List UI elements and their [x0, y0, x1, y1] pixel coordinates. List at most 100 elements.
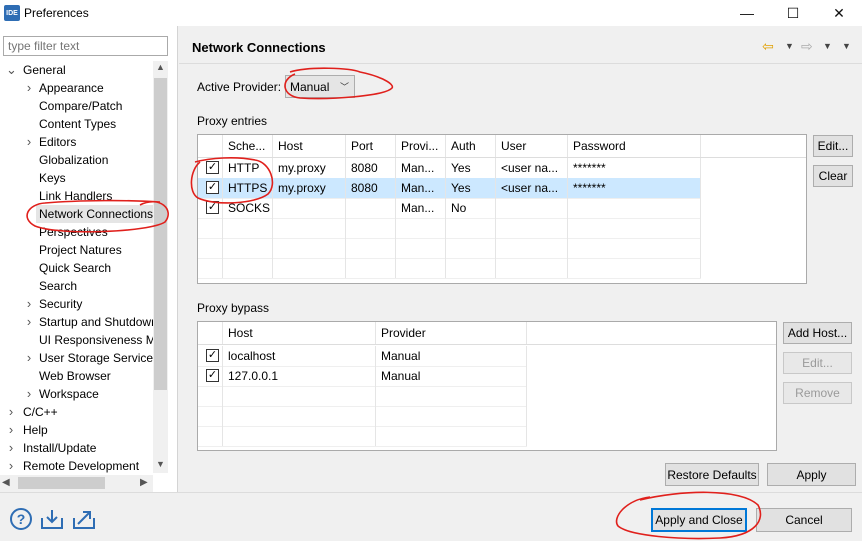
table-cell[interactable]: [568, 198, 701, 218]
table-cell[interactable]: my.proxy: [273, 158, 346, 178]
row-checkbox[interactable]: ✓: [206, 201, 219, 214]
expanded-arrow-icon[interactable]: ⌄: [6, 61, 17, 79]
tree-item[interactable]: UI Responsiveness Monitoring: [36, 331, 153, 349]
back-menu-icon[interactable]: ▼: [785, 41, 794, 51]
table-cell[interactable]: my.proxy: [273, 178, 346, 198]
table-cell[interactable]: Manual: [376, 346, 527, 366]
collapsed-arrow-icon[interactable]: ›: [24, 295, 34, 313]
tree-item[interactable]: Install/Update: [20, 439, 153, 457]
collapsed-arrow-icon[interactable]: ›: [24, 79, 34, 97]
restore-defaults-button[interactable]: Restore Defaults: [665, 463, 759, 486]
tree-item[interactable]: Help: [20, 421, 153, 439]
tree-item[interactable]: Globalization: [36, 151, 153, 169]
collapsed-arrow-icon[interactable]: ›: [6, 457, 16, 475]
table-cell[interactable]: *******: [568, 178, 701, 198]
table-cell[interactable]: [496, 198, 568, 218]
back-arrow-icon[interactable]: ⇦: [762, 38, 774, 55]
tree-item[interactable]: Project Natures: [36, 241, 153, 259]
bypass-edit-button[interactable]: Edit...: [783, 352, 852, 374]
table-cell[interactable]: Yes: [446, 178, 496, 198]
column-header[interactable]: Port: [346, 135, 396, 157]
column-header[interactable]: Auth: [446, 135, 496, 157]
table-cell[interactable]: [273, 198, 346, 218]
scroll-down-icon[interactable]: ▼: [154, 459, 167, 473]
collapsed-arrow-icon[interactable]: ›: [24, 385, 34, 403]
column-header[interactable]: Host: [273, 135, 346, 157]
tree-item[interactable]: Security: [36, 295, 153, 313]
table-cell[interactable]: Yes: [446, 158, 496, 178]
tree-item[interactable]: Workspace: [36, 385, 153, 403]
tree-item[interactable]: Perspectives: [36, 223, 153, 241]
collapsed-arrow-icon[interactable]: ›: [6, 439, 16, 457]
tree-item[interactable]: General: [20, 61, 153, 79]
tree-item[interactable]: C/C++: [20, 403, 153, 421]
add-host-button[interactable]: Add Host...: [783, 322, 852, 344]
maximize-button[interactable]: ☐: [770, 0, 816, 26]
collapsed-arrow-icon[interactable]: ›: [24, 313, 34, 331]
tree-item[interactable]: Link Handlers: [36, 187, 153, 205]
row-checkbox[interactable]: ✓: [206, 349, 219, 362]
tree-item[interactable]: Appearance: [36, 79, 153, 97]
table-cell[interactable]: 127.0.0.1: [223, 366, 376, 386]
column-header[interactable]: Sche...: [223, 135, 273, 157]
row-checkbox[interactable]: ✓: [206, 161, 219, 174]
table-cell[interactable]: SOCKS: [223, 198, 273, 218]
tree-item[interactable]: Search: [36, 277, 153, 295]
scroll-up-icon[interactable]: ▲: [154, 62, 167, 76]
bypass-remove-button[interactable]: Remove: [783, 382, 852, 404]
table-cell[interactable]: Man...: [396, 178, 446, 198]
proxy-entries-clear-button[interactable]: Clear: [813, 165, 853, 187]
filter-input[interactable]: [3, 36, 168, 56]
tree-item[interactable]: Editors: [36, 133, 153, 151]
help-icon[interactable]: ?: [10, 508, 32, 530]
table-cell[interactable]: No: [446, 198, 496, 218]
table-cell[interactable]: Man...: [396, 158, 446, 178]
forward-menu-icon[interactable]: ▼: [823, 41, 832, 51]
column-header[interactable]: Host: [223, 322, 376, 344]
collapsed-arrow-icon[interactable]: ›: [24, 133, 34, 151]
table-cell[interactable]: 8080: [346, 178, 396, 198]
table-cell[interactable]: localhost: [223, 346, 376, 366]
collapsed-arrow-icon[interactable]: ›: [6, 403, 16, 421]
column-header[interactable]: Provider: [376, 322, 527, 344]
table-cell[interactable]: <user na...: [496, 158, 568, 178]
forward-arrow-icon[interactable]: ⇨: [801, 38, 813, 55]
tree-item[interactable]: Keys: [36, 169, 153, 187]
import-icon[interactable]: [40, 508, 64, 530]
column-header[interactable]: Provi...: [396, 135, 446, 157]
tree-item[interactable]: Network Connections: [36, 205, 153, 223]
column-header[interactable]: User: [496, 135, 568, 157]
table-cell[interactable]: <user na...: [496, 178, 568, 198]
table-cell[interactable]: Man...: [396, 198, 446, 218]
row-checkbox[interactable]: ✓: [206, 369, 219, 382]
collapsed-arrow-icon[interactable]: ›: [6, 421, 16, 439]
cancel-button[interactable]: Cancel: [756, 508, 852, 532]
table-cell[interactable]: HTTPS: [223, 178, 273, 198]
table-cell[interactable]: Manual: [376, 366, 527, 386]
tree-item[interactable]: Startup and Shutdown: [36, 313, 153, 331]
tree-scroll-thumb[interactable]: [154, 78, 167, 390]
table-cell[interactable]: 8080: [346, 158, 396, 178]
table-cell[interactable]: *******: [568, 158, 701, 178]
close-button[interactable]: ✕: [816, 0, 862, 26]
tree-item[interactable]: Web Browser: [36, 367, 153, 385]
export-icon[interactable]: [72, 508, 96, 530]
apply-and-close-button[interactable]: Apply and Close: [651, 508, 747, 532]
column-header[interactable]: Password: [568, 135, 701, 157]
tree-item[interactable]: User Storage Service: [36, 349, 153, 367]
scroll-left-icon[interactable]: ◀: [2, 477, 10, 488]
table-cell[interactable]: [346, 198, 396, 218]
scroll-right-icon[interactable]: ▶: [140, 477, 148, 488]
view-menu-icon[interactable]: ▼: [842, 41, 851, 51]
tree-item[interactable]: Compare/Patch: [36, 97, 153, 115]
table-cell[interactable]: HTTP: [223, 158, 273, 178]
collapsed-arrow-icon[interactable]: ›: [24, 349, 34, 367]
active-provider-select[interactable]: Manual ﹀: [285, 75, 355, 98]
apply-button[interactable]: Apply: [767, 463, 856, 486]
tree-item[interactable]: Remote Development: [20, 457, 153, 475]
tree-item[interactable]: Quick Search: [36, 259, 153, 277]
tree-item[interactable]: Content Types: [36, 115, 153, 133]
tree-hscroll-thumb[interactable]: [18, 477, 105, 489]
proxy-entries-edit-button[interactable]: Edit...: [813, 135, 853, 157]
minimize-button[interactable]: —: [724, 0, 770, 26]
